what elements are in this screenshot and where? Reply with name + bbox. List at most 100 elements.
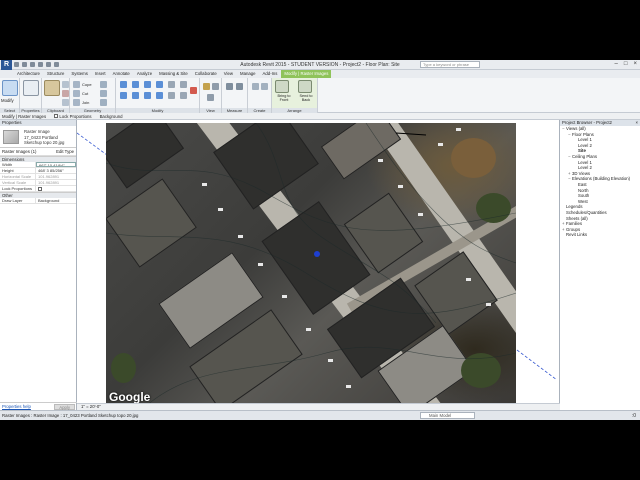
send-to-back-label: Send to Back (299, 94, 313, 103)
project-browser: Project Browser - Project2 × −Views (all… (560, 120, 640, 410)
browser-item-label: South (578, 193, 590, 199)
array-icon[interactable] (168, 92, 175, 99)
property-value[interactable]: 468' 3 85/256" (36, 168, 76, 173)
ribbon-tab[interactable]: Modify | Raster Images (281, 70, 332, 78)
mirror-draw-icon[interactable] (156, 81, 163, 88)
workset-selector[interactable]: Main Model (420, 412, 475, 419)
rotate-icon[interactable] (144, 92, 151, 99)
search-input[interactable]: Type a keyword or phrase (420, 61, 480, 68)
create-group-icon[interactable] (261, 83, 268, 90)
browser-tree: −Views (all) −Floor Plans Level 1 Level 2 Si… (560, 126, 640, 238)
modify-icon[interactable] (2, 80, 18, 96)
property-value[interactable] (36, 186, 76, 191)
properties-help-link[interactable]: Properties help (2, 404, 31, 409)
type-selector[interactable]: Raster Image 17_0423 Portland Sketchup t… (0, 126, 76, 148)
property-value[interactable]: 667' 10 41/64" (36, 162, 76, 167)
dimension-icon[interactable] (236, 83, 243, 90)
apply-button[interactable]: Apply (54, 403, 75, 410)
ribbon-tab[interactable]: Architecture (14, 70, 43, 78)
browser-item-label: West (578, 198, 588, 204)
align-icon[interactable] (120, 81, 127, 88)
split-icon[interactable] (168, 81, 175, 88)
property-name: Draw Layer (0, 198, 36, 203)
scale-icon[interactable] (180, 92, 187, 99)
create-assembly-icon[interactable] (252, 83, 259, 90)
cut-icon[interactable] (62, 90, 69, 97)
ribbon-tab[interactable]: Structure (44, 70, 67, 78)
properties-icon[interactable] (23, 80, 39, 96)
view-scale[interactable]: 1" = 20'-0" (81, 404, 101, 409)
ribbon-tab[interactable]: Insert (92, 70, 109, 78)
selection-filter[interactable]: :0 (632, 412, 636, 420)
window-title: Autodesk Revit 2015 - STUDENT VERSION - … (0, 62, 640, 68)
panel-geometry: Cope Cut Join Geometry (70, 78, 116, 113)
browser-item-label: North (578, 187, 589, 193)
title-bar: R Autodesk Revit 2015 - STUDENT VERSION … (0, 60, 640, 70)
copy-element-icon[interactable] (132, 92, 139, 99)
browser-item[interactable]: Revit Links (560, 232, 640, 238)
copy-icon[interactable] (62, 81, 69, 88)
minimize-icon[interactable]: – (615, 61, 618, 67)
measure-tool-icon[interactable] (226, 83, 233, 90)
maximize-icon[interactable]: □ (624, 61, 628, 67)
ribbon-tab[interactable]: Systems (68, 70, 90, 78)
ribbon-tab[interactable]: Manage (237, 70, 259, 78)
property-value[interactable]: 101.962891 (36, 174, 76, 179)
trim-icon[interactable] (156, 92, 163, 99)
ribbon-tab[interactable]: Annotate (110, 70, 133, 78)
cut-geometry-icon[interactable] (73, 90, 80, 97)
background-option[interactable]: Background (100, 114, 123, 119)
close-icon[interactable]: × (633, 61, 637, 67)
edit-type-button[interactable]: Edit Type (56, 149, 74, 154)
move-icon[interactable] (120, 92, 127, 99)
property-row[interactable]: Draw Layer Background (0, 198, 76, 204)
delete-icon[interactable] (190, 87, 197, 94)
property-value[interactable]: Background (36, 198, 76, 203)
match-properties-icon[interactable] (62, 99, 69, 106)
browser-item-label: Schedules/Quantities (566, 209, 607, 215)
lock-proportions-option[interactable]: Lock Proportions (54, 113, 92, 119)
mirror-axis-icon[interactable] (144, 81, 151, 88)
lock-proportions-checkbox[interactable] (38, 186, 42, 191)
paint-icon[interactable] (100, 99, 107, 106)
property-name: Vertical Scale (0, 180, 36, 185)
ribbon-tab[interactable]: Massing & Site (156, 70, 191, 78)
browser-item-label: Families (566, 221, 582, 227)
hide-icon[interactable] (203, 83, 210, 90)
send-to-back-icon[interactable] (298, 80, 312, 93)
lock-proportions-label: Lock Proportions (59, 113, 92, 119)
ribbon-tab[interactable]: Collaborate (192, 70, 220, 78)
ribbon-tab[interactable]: View (221, 70, 236, 78)
panel-properties: Properties (20, 78, 42, 113)
properties-palette: Properties Raster Image 17_0423 Portland… (0, 120, 77, 410)
offset-icon[interactable] (132, 81, 139, 88)
dimension-rows: Width 667' 10 41/64" Height 468' 3 85/256" H… (0, 162, 76, 192)
paste-icon[interactable] (44, 80, 60, 96)
type-file-label: 17_0423 Portland Sketchup topo 20.jpg (24, 134, 65, 146)
ribbon: Modify Select Properties Clipboard Cope … (0, 78, 640, 113)
browser-item-label: Level 2 (578, 142, 592, 148)
cope-icon[interactable] (73, 81, 80, 88)
drawing-area[interactable]: Google 1" = 20'-0" (77, 120, 560, 410)
instance-selector[interactable]: Raster Images (1) Edit Type (0, 148, 76, 156)
topo-contours (106, 123, 516, 406)
linework-icon[interactable] (207, 94, 214, 101)
ribbon-tab[interactable]: Analyze (134, 70, 155, 78)
override-icon[interactable] (212, 83, 219, 90)
join-icon[interactable] (73, 99, 80, 106)
browser-item-label: Views (all) (566, 126, 586, 131)
close-icon[interactable]: × (635, 120, 638, 126)
join-label: Join (82, 100, 90, 105)
lock-proportions-checkbox[interactable] (54, 114, 59, 119)
google-watermark: Google (109, 390, 151, 404)
wall-joins-icon[interactable] (100, 81, 107, 88)
ribbon-tab[interactable]: Add-Ins (260, 70, 281, 78)
browser-item[interactable]: −Elevations (Building Elevation) (560, 176, 640, 182)
split-gap-icon[interactable] (180, 81, 187, 88)
split-face-icon[interactable] (100, 90, 107, 97)
bring-to-front-icon[interactable] (275, 80, 289, 93)
satellite-raster-image[interactable]: Google (106, 123, 516, 406)
property-value[interactable]: 101.962891 (36, 180, 76, 185)
selection-marker[interactable] (314, 251, 320, 257)
ribbon-tabs: Architecture Structure Systems Insert Annota… (0, 70, 640, 78)
